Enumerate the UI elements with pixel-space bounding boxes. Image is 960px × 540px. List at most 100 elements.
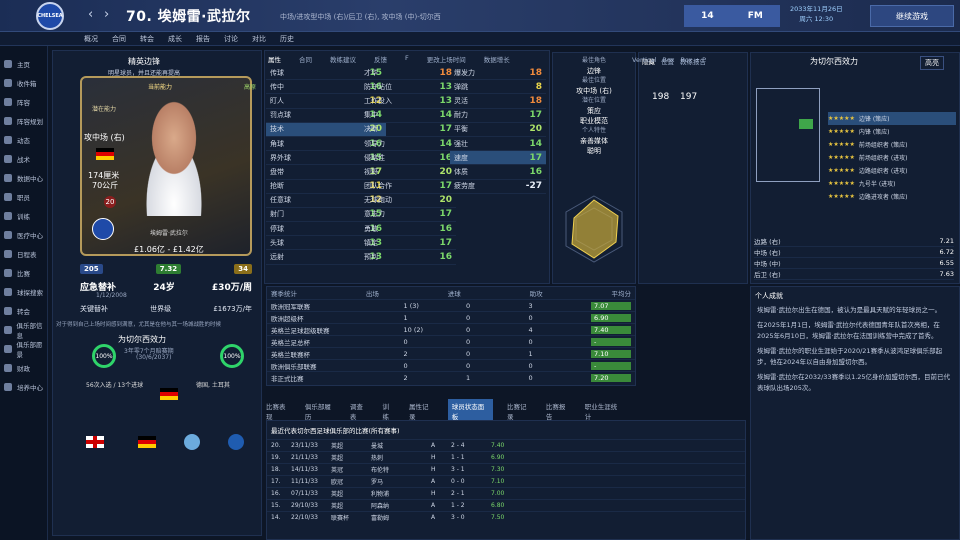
sidebar-item-8[interactable]: 训练	[0, 206, 47, 225]
match-cell: 19.	[271, 454, 281, 461]
role-item[interactable]: ★★★★★ 九号半 (进攻)	[828, 177, 956, 190]
match-row[interactable]: 14. 22/10/33 联赛杯 富勒姆 A 3 - 0 7.50	[267, 511, 745, 523]
tab-3[interactable]: 成长	[168, 34, 182, 44]
tab-0[interactable]: 概况	[84, 34, 98, 44]
tab-7[interactable]: 历史	[280, 34, 294, 44]
role-item[interactable]: ★★★★★ 边锋 (策应)	[828, 112, 956, 125]
lower-tabs[interactable]: 比赛表现 俱乐部履历 调查表 训练 属性记录 球员状态面板 比赛记录 比赛报告 职业生涯统计	[266, 399, 636, 423]
tactics-tab-4[interactable]: Box	[662, 56, 674, 66]
match-row[interactable]: 16. 07/11/33 英超 利物浦 H 2 - 1 7.00	[267, 487, 745, 499]
role-item[interactable]: ★★★★★ 边路进攻者 (策应)	[828, 190, 956, 203]
sidebar-item-9[interactable]: 医疗中心	[0, 225, 47, 244]
tab-6[interactable]: 对比	[252, 34, 266, 44]
weight: 70公斤	[92, 181, 119, 190]
attr-header-1[interactable]: 合同	[299, 54, 312, 64]
sidebar-item-10[interactable]: 日程表	[0, 244, 47, 263]
attr-value: 20	[439, 195, 452, 206]
attr-value: 16	[529, 166, 542, 177]
lower-tab-7[interactable]: 比赛报告	[546, 401, 571, 421]
attr-name: 远射	[270, 253, 284, 262]
sidebar-item-11[interactable]: 比赛	[0, 263, 47, 282]
lower-tab-3[interactable]: 训练	[383, 401, 395, 421]
stats-row[interactable]: 欧洲冠军联赛 1 (3) 0 3 7.07	[267, 299, 635, 311]
tactics-tabs[interactable]: 隐藏 位置 教练报告 Vertical Box Box + P	[632, 56, 746, 66]
role-item[interactable]: ★★★★★ 前场组织者 (进攻)	[828, 151, 956, 164]
stats-row[interactable]: 英格兰联赛杯 2 0 1 7.10	[267, 347, 635, 359]
sidebar-item-1[interactable]: 收件箱	[0, 73, 47, 92]
sidebar-item-label: 主页	[17, 60, 30, 69]
stats-row[interactable]: 英格兰足球超级联赛 10 (2) 0 4 7.40	[267, 323, 635, 335]
stars-icon: ★★★★★	[828, 167, 855, 174]
sidebar-item-4[interactable]: 动态	[0, 130, 47, 149]
stats-row[interactable]: 欧洲超级杯 1 0 0 6.90	[267, 311, 635, 323]
tab-1[interactable]: 合同	[112, 34, 126, 44]
attr-header-0[interactable]: 属性	[268, 54, 281, 64]
role-item[interactable]: ★★★★★ 内锋 (策应)	[828, 125, 956, 138]
stats-cell: 0	[528, 313, 533, 322]
sidebar-item-7[interactable]: 职员	[0, 187, 47, 206]
match-cell: 16.	[271, 490, 281, 497]
lower-tab-4[interactable]: 属性记录	[409, 401, 434, 421]
attr-row: 耐力 17	[450, 109, 546, 123]
sidebar-item-label: 收件箱	[17, 79, 37, 88]
sidebar-item-0[interactable]: 主页	[0, 54, 47, 73]
sidebar-item-5[interactable]: 战术	[0, 149, 47, 168]
lower-tab-2[interactable]: 调查表	[350, 401, 369, 421]
sidebar-item-12[interactable]: 球探搜索	[0, 282, 47, 301]
fm-logo[interactable]: FM	[748, 11, 763, 21]
inbox-badge[interactable]: 14	[701, 11, 714, 21]
attr-mental: 才华 18 防守站位 13 工作投入 13 集中 14 决断 17 领导力 14 侵略性 16 视野 20 团队…	[360, 66, 456, 265]
attr-header-6[interactable]: 数据增长	[484, 54, 510, 64]
match-row[interactable]: 20. 23/11/33 英超 曼城 A 2 - 4 7.40	[267, 439, 745, 451]
attr-row: 才华 18	[360, 66, 456, 81]
attr-name: 停球	[270, 224, 284, 233]
stats-row[interactable]: 欧洲俱乐部联赛 0 0 0 -	[267, 359, 635, 371]
stats-row[interactable]: 英格兰足总杯 0 0 0 -	[267, 335, 635, 347]
sidebar-icon	[4, 97, 12, 106]
sidebar-item-16[interactable]: 财政	[0, 358, 47, 377]
match-row[interactable]: 19. 21/11/33 英超 热刺 H 1 - 1 6.90	[267, 451, 745, 463]
sidebar-item-2[interactable]: 阵容	[0, 92, 47, 111]
match-row[interactable]: 17. 11/11/33 欧冠 罗马 A 0 - 0 7.10	[267, 475, 745, 487]
match-cell: 富勒姆	[371, 515, 390, 522]
sidebar-item-6[interactable]: 数据中心	[0, 168, 47, 187]
match-cell: 14/11/33	[291, 466, 318, 473]
lower-tab-8[interactable]: 职业生涯统计	[585, 401, 622, 421]
stats-row[interactable]: 非正式比赛 2 1 0 7.20	[267, 371, 635, 383]
attr-header-3[interactable]: 反馈	[374, 54, 387, 64]
tab-5[interactable]: 讨论	[224, 34, 238, 44]
match-cell: H	[431, 490, 436, 497]
tactics-tab-3[interactable]: Vertical	[632, 56, 656, 66]
match-row[interactable]: 18. 14/11/33 英冠 布伦特 H 3 - 1 7.30	[267, 463, 745, 475]
tab-2[interactable]: 转会	[140, 34, 154, 44]
season-stats: 赛季统计 出场 进球 助攻 平均分 欧洲冠军联赛 1 (3) 0 3 7.07 欧洲超级杯 1 0 0 6.…	[266, 286, 636, 386]
continue-button[interactable]: 继续游戏	[870, 5, 954, 27]
sidebar-item-3[interactable]: 阵容规划	[0, 111, 47, 130]
role-name: 前场组织者 (进攻)	[858, 155, 908, 162]
back-arrow-icon[interactable]: ‹	[88, 7, 93, 22]
sidebar-item-13[interactable]: 转会	[0, 301, 47, 320]
match-row[interactable]: 15. 29/10/33 英超 阿森纳 A 1 - 2 6.80	[267, 499, 745, 511]
lower-tab-0[interactable]: 比赛表现	[266, 401, 291, 421]
club-crest[interactable]: CHELSEA	[36, 2, 64, 30]
forward-arrow-icon[interactable]: ›	[104, 7, 109, 22]
lower-tab-6[interactable]: 比赛记录	[507, 401, 532, 421]
lower-tab-1[interactable]: 俱乐部履历	[305, 401, 336, 421]
bochum-icon	[228, 434, 244, 450]
bio-title: 个人成就	[755, 292, 783, 300]
fm-toolbar[interactable]: 14 FM	[684, 5, 780, 27]
sidebar-item-17[interactable]: 培养中心	[0, 377, 47, 396]
attr-header-4[interactable]: F	[405, 54, 409, 64]
sidebar-item-14[interactable]: 俱乐部信息	[0, 320, 47, 340]
role-item[interactable]: ★★★★★ 边路组织者 (进攻)	[828, 164, 956, 177]
attr-header-2[interactable]: 教练建议	[330, 54, 356, 64]
attr-header-5[interactable]: 更改上场时间	[427, 54, 466, 64]
stars-icon: ★★★★★	[828, 128, 855, 135]
highlight-dropdown[interactable]: 高亮	[920, 56, 944, 70]
role-item[interactable]: ★★★★★ 前场组织者 (策应)	[828, 138, 956, 151]
stats-cell: 0	[403, 337, 408, 346]
sidebar-item-15[interactable]: 俱乐部愿景	[0, 339, 47, 359]
tab-4[interactable]: 报告	[196, 34, 210, 44]
tactics-tab-5[interactable]: Box + P	[680, 56, 706, 66]
position-rating: 7.21	[939, 237, 954, 245]
